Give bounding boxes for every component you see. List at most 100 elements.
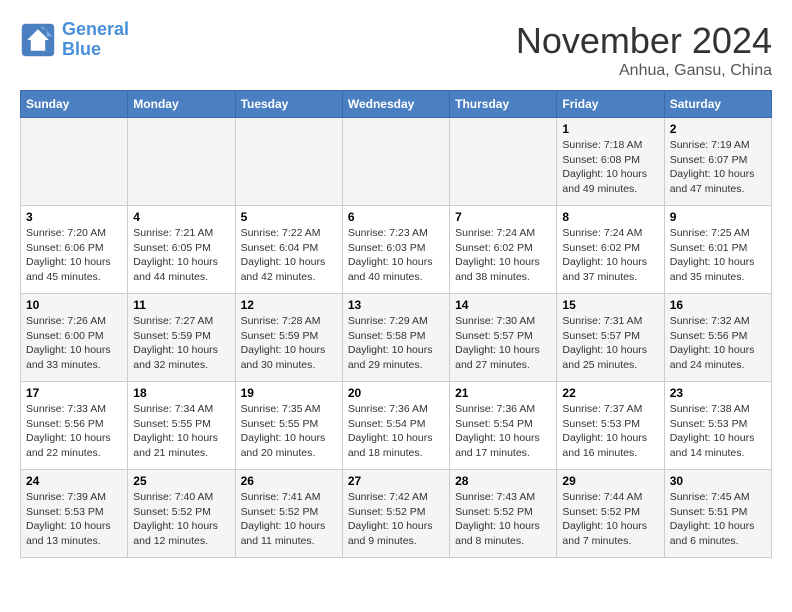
calendar-day-cell: [128, 118, 235, 206]
day-number: 27: [348, 474, 444, 488]
weekday-header-cell: Monday: [128, 91, 235, 118]
page-header: General Blue November 2024 Anhua, Gansu,…: [20, 20, 772, 80]
day-number: 11: [133, 298, 229, 312]
day-number: 6: [348, 210, 444, 224]
day-number: 23: [670, 386, 766, 400]
day-info: Sunrise: 7:36 AM Sunset: 5:54 PM Dayligh…: [348, 402, 444, 461]
day-number: 20: [348, 386, 444, 400]
day-info: Sunrise: 7:18 AM Sunset: 6:08 PM Dayligh…: [562, 138, 658, 197]
day-number: 9: [670, 210, 766, 224]
day-number: 21: [455, 386, 551, 400]
day-info: Sunrise: 7:45 AM Sunset: 5:51 PM Dayligh…: [670, 490, 766, 549]
day-number: 3: [26, 210, 122, 224]
calendar-day-cell: 5 Sunrise: 7:22 AM Sunset: 6:04 PM Daylig…: [235, 206, 342, 294]
calendar-day-cell: 30 Sunrise: 7:45 AM Sunset: 5:51 PM Dayli…: [664, 470, 771, 558]
calendar-week-row: 17 Sunrise: 7:33 AM Sunset: 5:56 PM Dayli…: [21, 382, 772, 470]
calendar-table: SundayMondayTuesdayWednesdayThursdayFrid…: [20, 90, 772, 558]
calendar-day-cell: 17 Sunrise: 7:33 AM Sunset: 5:56 PM Dayli…: [21, 382, 128, 470]
day-info: Sunrise: 7:31 AM Sunset: 5:57 PM Dayligh…: [562, 314, 658, 373]
day-info: Sunrise: 7:24 AM Sunset: 6:02 PM Dayligh…: [562, 226, 658, 285]
calendar-day-cell: [235, 118, 342, 206]
calendar-day-cell: 14Sunrise: 7:30 AM Sunset: 5:57 PM Dayli…: [450, 294, 557, 382]
day-info: Sunrise: 7:38 AM Sunset: 5:53 PM Dayligh…: [670, 402, 766, 461]
weekday-header-cell: Sunday: [21, 91, 128, 118]
day-number: 17: [26, 386, 122, 400]
calendar-day-cell: 7 Sunrise: 7:24 AM Sunset: 6:02 PM Daylig…: [450, 206, 557, 294]
day-info: Sunrise: 7:35 AM Sunset: 5:55 PM Dayligh…: [241, 402, 337, 461]
day-info: Sunrise: 7:44 AM Sunset: 5:52 PM Dayligh…: [562, 490, 658, 549]
calendar-day-cell: 8Sunrise: 7:24 AM Sunset: 6:02 PM Daylig…: [557, 206, 664, 294]
day-number: 5: [241, 210, 337, 224]
calendar-day-cell: 21Sunrise: 7:36 AM Sunset: 5:54 PM Dayli…: [450, 382, 557, 470]
calendar-day-cell: 3 Sunrise: 7:20 AM Sunset: 6:06 PM Daylig…: [21, 206, 128, 294]
calendar-day-cell: 2Sunrise: 7:19 AM Sunset: 6:07 PM Daylig…: [664, 118, 771, 206]
day-info: Sunrise: 7:43 AM Sunset: 5:52 PM Dayligh…: [455, 490, 551, 549]
weekday-header-cell: Thursday: [450, 91, 557, 118]
calendar-day-cell: 1 Sunrise: 7:18 AM Sunset: 6:08 PM Daylig…: [557, 118, 664, 206]
calendar-day-cell: 23 Sunrise: 7:38 AM Sunset: 5:53 PM Dayli…: [664, 382, 771, 470]
day-info: Sunrise: 7:26 AM Sunset: 6:00 PM Dayligh…: [26, 314, 122, 373]
calendar-day-cell: 26Sunrise: 7:41 AM Sunset: 5:52 PM Dayli…: [235, 470, 342, 558]
calendar-day-cell: 15 Sunrise: 7:31 AM Sunset: 5:57 PM Dayli…: [557, 294, 664, 382]
day-number: 24: [26, 474, 122, 488]
day-number: 4: [133, 210, 229, 224]
day-number: 29: [562, 474, 658, 488]
calendar-day-cell: 29 Sunrise: 7:44 AM Sunset: 5:52 PM Dayli…: [557, 470, 664, 558]
calendar-day-cell: 4Sunrise: 7:21 AM Sunset: 6:05 PM Daylig…: [128, 206, 235, 294]
calendar-body: 1 Sunrise: 7:18 AM Sunset: 6:08 PM Daylig…: [21, 118, 772, 558]
calendar-day-cell: 9 Sunrise: 7:25 AM Sunset: 6:01 PM Daylig…: [664, 206, 771, 294]
calendar-day-cell: [342, 118, 449, 206]
day-number: 18: [133, 386, 229, 400]
title-block: November 2024 Anhua, Gansu, China: [516, 20, 772, 80]
day-number: 7: [455, 210, 551, 224]
day-number: 10: [26, 298, 122, 312]
day-info: Sunrise: 7:32 AM Sunset: 5:56 PM Dayligh…: [670, 314, 766, 373]
location-subtitle: Anhua, Gansu, China: [516, 62, 772, 80]
calendar-day-cell: 27 Sunrise: 7:42 AM Sunset: 5:52 PM Dayli…: [342, 470, 449, 558]
weekday-header-cell: Wednesday: [342, 91, 449, 118]
calendar-week-row: 10 Sunrise: 7:26 AM Sunset: 6:00 PM Dayli…: [21, 294, 772, 382]
day-number: 26: [241, 474, 337, 488]
calendar-week-row: 1 Sunrise: 7:18 AM Sunset: 6:08 PM Daylig…: [21, 118, 772, 206]
day-info: Sunrise: 7:20 AM Sunset: 6:06 PM Dayligh…: [26, 226, 122, 285]
day-info: Sunrise: 7:28 AM Sunset: 5:59 PM Dayligh…: [241, 314, 337, 373]
day-number: 1: [562, 122, 658, 136]
day-number: 30: [670, 474, 766, 488]
weekday-header-cell: Tuesday: [235, 91, 342, 118]
calendar-day-cell: 16Sunrise: 7:32 AM Sunset: 5:56 PM Dayli…: [664, 294, 771, 382]
calendar-day-cell: 19 Sunrise: 7:35 AM Sunset: 5:55 PM Dayli…: [235, 382, 342, 470]
calendar-day-cell: 6 Sunrise: 7:23 AM Sunset: 6:03 PM Daylig…: [342, 206, 449, 294]
weekday-header-cell: Friday: [557, 91, 664, 118]
calendar-day-cell: 11 Sunrise: 7:27 AM Sunset: 5:59 PM Dayli…: [128, 294, 235, 382]
calendar-day-cell: 28 Sunrise: 7:43 AM Sunset: 5:52 PM Dayli…: [450, 470, 557, 558]
day-number: 15: [562, 298, 658, 312]
day-info: Sunrise: 7:39 AM Sunset: 5:53 PM Dayligh…: [26, 490, 122, 549]
day-info: Sunrise: 7:23 AM Sunset: 6:03 PM Dayligh…: [348, 226, 444, 285]
day-number: 25: [133, 474, 229, 488]
calendar-day-cell: 22Sunrise: 7:37 AM Sunset: 5:53 PM Dayli…: [557, 382, 664, 470]
month-title: November 2024: [516, 20, 772, 62]
day-info: Sunrise: 7:42 AM Sunset: 5:52 PM Dayligh…: [348, 490, 444, 549]
day-info: Sunrise: 7:22 AM Sunset: 6:04 PM Dayligh…: [241, 226, 337, 285]
day-number: 12: [241, 298, 337, 312]
day-info: Sunrise: 7:25 AM Sunset: 6:01 PM Dayligh…: [670, 226, 766, 285]
day-info: Sunrise: 7:34 AM Sunset: 5:55 PM Dayligh…: [133, 402, 229, 461]
day-info: Sunrise: 7:29 AM Sunset: 5:58 PM Dayligh…: [348, 314, 444, 373]
day-info: Sunrise: 7:27 AM Sunset: 5:59 PM Dayligh…: [133, 314, 229, 373]
calendar-day-cell: 12 Sunrise: 7:28 AM Sunset: 5:59 PM Dayli…: [235, 294, 342, 382]
weekday-header-row: SundayMondayTuesdayWednesdayThursdayFrid…: [21, 91, 772, 118]
day-info: Sunrise: 7:24 AM Sunset: 6:02 PM Dayligh…: [455, 226, 551, 285]
day-info: Sunrise: 7:40 AM Sunset: 5:52 PM Dayligh…: [133, 490, 229, 549]
day-number: 19: [241, 386, 337, 400]
calendar-day-cell: [21, 118, 128, 206]
calendar-week-row: 24 Sunrise: 7:39 AM Sunset: 5:53 PM Dayli…: [21, 470, 772, 558]
day-number: 2: [670, 122, 766, 136]
day-number: 28: [455, 474, 551, 488]
calendar-day-cell: 10 Sunrise: 7:26 AM Sunset: 6:00 PM Dayli…: [21, 294, 128, 382]
logo-icon: [20, 22, 56, 58]
day-number: 14: [455, 298, 551, 312]
day-info: Sunrise: 7:33 AM Sunset: 5:56 PM Dayligh…: [26, 402, 122, 461]
calendar-week-row: 3 Sunrise: 7:20 AM Sunset: 6:06 PM Daylig…: [21, 206, 772, 294]
weekday-header-cell: Saturday: [664, 91, 771, 118]
logo-text: General Blue: [62, 20, 129, 60]
